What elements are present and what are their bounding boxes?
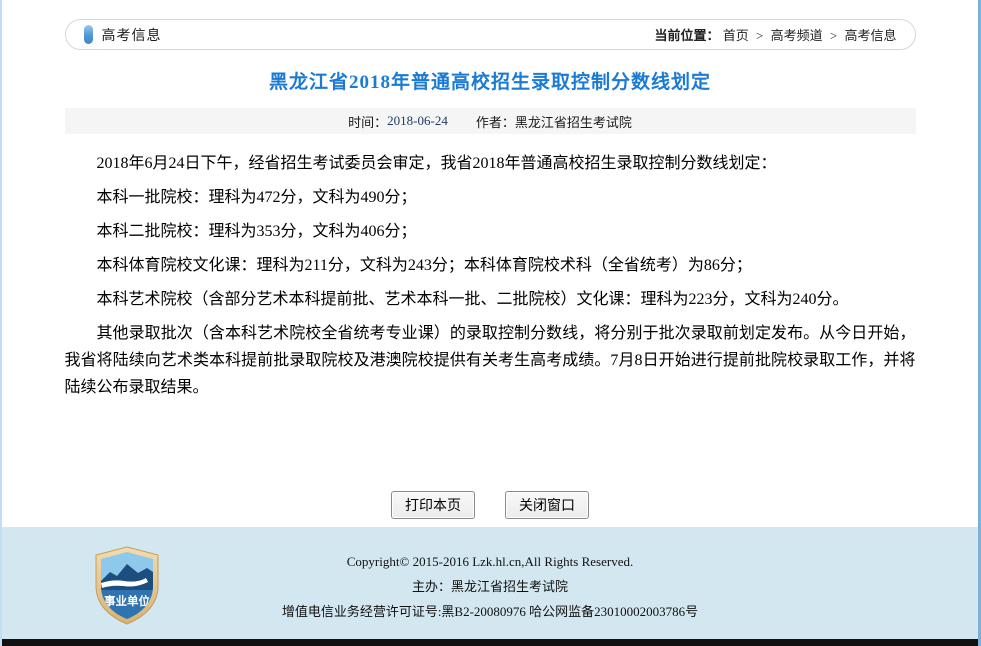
close-window-button[interactable]: 关闭窗口 bbox=[505, 491, 589, 519]
article-paragraph: 本科艺术院校（含部分艺术本科提前批、艺术本科一批、二批院校）文化课：理科为223… bbox=[65, 286, 916, 313]
article-paragraph: 2018年6月24日下午，经省招生考试委员会审定，我省2018年普通高校招生录取… bbox=[65, 150, 916, 177]
meta-time-value: 2018-06-24 bbox=[387, 113, 448, 129]
article-paragraph: 其他录取批次（含本科艺术院校全省统考专业课）的录取控制分数线，将分别于批次录取前… bbox=[65, 320, 916, 401]
action-buttons-row: 打印本页 关闭窗口 bbox=[65, 491, 916, 519]
public-institution-badge-icon: 事业单位 bbox=[90, 545, 164, 625]
article-paragraph: 本科二批院校：理科为353分，文科为406分； bbox=[65, 218, 916, 245]
print-page-button[interactable]: 打印本页 bbox=[391, 491, 475, 519]
article-meta-bar: 时间： 2018-06-24 作者： 黑龙江省招生考试院 bbox=[65, 108, 916, 134]
meta-author-label: 作者： bbox=[476, 112, 515, 131]
article-paragraph: 本科体育院校文化课：理科为211分，文科为243分；本科体育院校术科（全省统考）… bbox=[65, 252, 916, 279]
section-title: 高考信息 bbox=[102, 25, 162, 45]
page: 高考信息 当前位置： 首页 > 高考频道 > 高考信息 黑龙江省2018年普通高… bbox=[0, 0, 981, 646]
meta-time-label: 时间： bbox=[348, 112, 387, 131]
main-content: 高考信息 当前位置： 首页 > 高考频道 > 高考信息 黑龙江省2018年普通高… bbox=[65, 19, 916, 519]
breadcrumb-label: 当前位置： bbox=[655, 28, 720, 43]
breadcrumb-link-home[interactable]: 首页 bbox=[723, 28, 749, 43]
article-title: 黑龙江省2018年普通高校招生录取控制分数线划定 bbox=[65, 67, 916, 94]
blue-capsule-icon bbox=[84, 25, 93, 44]
section-header-bar: 高考信息 当前位置： 首页 > 高考频道 > 高考信息 bbox=[65, 19, 916, 50]
breadcrumb-separator: > bbox=[830, 28, 837, 43]
breadcrumb-link-channel[interactable]: 高考频道 bbox=[771, 28, 823, 43]
badge-label: 事业单位 bbox=[104, 594, 150, 608]
article-paragraph: 本科一批院校：理科为472分，文科为490分； bbox=[65, 184, 916, 211]
footer: 事业单位 Copyright© 2015-2016 Lzk.hl.cn,All … bbox=[2, 527, 978, 639]
section-header-left: 高考信息 bbox=[84, 25, 162, 45]
meta-author-value: 黑龙江省招生考试院 bbox=[515, 112, 632, 131]
bottom-strip bbox=[2, 639, 978, 646]
breadcrumb-separator: > bbox=[756, 28, 763, 43]
breadcrumb-link-current[interactable]: 高考信息 bbox=[844, 28, 896, 43]
article-body: 2018年6月24日下午，经省招生考试委员会审定，我省2018年普通高校招生录取… bbox=[65, 134, 916, 401]
breadcrumb: 当前位置： 首页 > 高考频道 > 高考信息 bbox=[655, 25, 897, 44]
